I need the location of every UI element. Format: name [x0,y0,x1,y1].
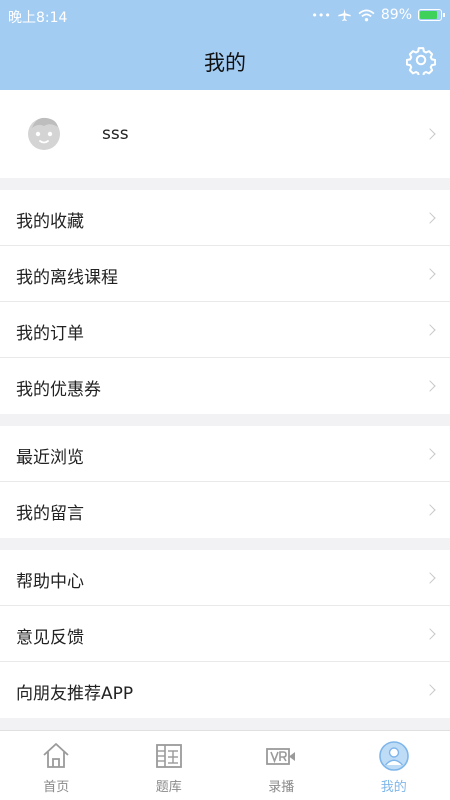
tab-question-bank[interactable]: 题库 [113,731,226,800]
tab-profile[interactable]: 我的 [338,731,450,800]
profile-icon [378,741,409,771]
menu-item-label: 帮助中心 [16,572,84,592]
menu-item-favorites[interactable]: 我的收藏 [0,190,450,246]
more-dots-icon: ••• [311,8,331,22]
tab-recorded[interactable]: 录播 [225,731,338,800]
menu-group-support: 帮助中心 意见反馈 向朋友推荐APP [0,550,450,718]
menu-item-help[interactable]: 帮助中心 [0,550,450,606]
profile-row[interactable]: sss [0,90,450,178]
status-right: ••• 89% [311,7,445,23]
tab-label: 首页 [43,780,70,795]
video-icon [266,748,296,765]
menu-item-recent[interactable]: 最近浏览 [0,426,450,482]
tab-home[interactable]: 首页 [0,731,113,800]
chevron-right-icon [424,504,436,516]
menu-item-label: 最近浏览 [16,448,84,468]
avatar [28,117,60,150]
chevron-right-icon [424,448,436,460]
chevron-right-icon [424,212,436,224]
chevron-right-icon [424,268,436,280]
menu-item-recommend-app[interactable]: 向朋友推荐APP [0,662,450,718]
menu-item-feedback[interactable]: 意见反馈 [0,606,450,662]
battery-icon [418,9,445,21]
tab-label: 录播 [268,780,295,795]
chevron-right-icon [424,324,436,336]
chevron-right-icon [424,380,436,392]
status-time: 晚上8:14 [8,10,68,26]
page-title: 我的 [204,51,246,75]
menu-group-activity: 最近浏览 我的留言 [0,426,450,538]
menu-item-coupons[interactable]: 我的优惠券 [0,358,450,414]
chevron-right-icon [424,572,436,584]
chevron-right-icon [424,128,436,140]
bottom-tab-bar: 首页 题库 录播 我的 [0,730,450,800]
menu-item-offline-courses[interactable]: 我的离线课程 [0,246,450,302]
username: sss [102,124,129,144]
menu-item-label: 向朋友推荐APP [16,684,134,704]
question-bank-icon [155,744,182,768]
menu-item-orders[interactable]: 我的订单 [0,302,450,358]
battery-percent: 89% [380,7,412,23]
menu-item-messages[interactable]: 我的留言 [0,482,450,538]
menu-item-label: 意见反馈 [16,628,84,648]
app-header: 我的 [0,32,450,90]
menu-item-label: 我的离线课程 [16,268,118,288]
status-bar: 晚上8:14 ••• 89% [0,0,450,32]
airplane-icon [338,8,351,22]
chevron-right-icon [424,628,436,640]
gear-icon[interactable] [406,45,436,75]
chevron-right-icon [424,684,436,696]
battery-fill [420,11,437,19]
home-icon [43,743,69,768]
menu-item-label: 我的优惠券 [16,380,101,400]
menu-item-label: 我的订单 [16,324,84,344]
tab-label: 题库 [155,780,182,795]
menu-group-account: 我的收藏 我的离线课程 我的订单 我的优惠券 [0,190,450,414]
tab-label: 我的 [380,780,407,795]
menu-item-label: 我的收藏 [16,212,84,232]
wifi-icon [358,9,375,21]
menu-item-label: 我的留言 [16,504,84,524]
